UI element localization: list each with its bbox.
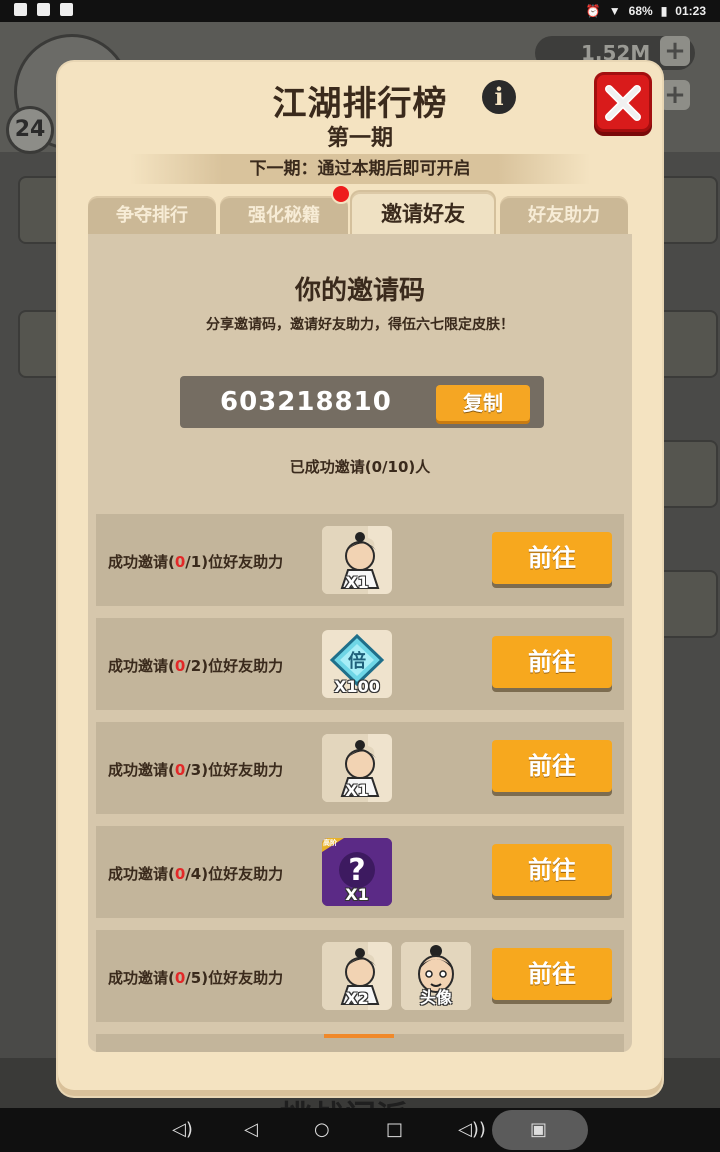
tab-enhance-manual[interactable]: 强化秘籍 [220,196,348,234]
alarm-icon: ⏰ [585,4,601,18]
reward-quantity: 头像 [419,988,452,1007]
volume-down-icon[interactable]: ◁) [172,1120,193,1140]
reward-tier-badge: 高阶 [323,839,337,847]
reward-quantity: X1 [345,781,369,800]
reward-quantity: X1 [345,885,369,904]
info-icon[interactable]: i [482,80,516,114]
reward-quantity: X2 [345,989,369,1008]
reward-item[interactable]: X1 [322,734,392,802]
background-add-icon: + [660,80,690,110]
reward-row: 成功邀请(0/1)位好友助力 X1 前往 [96,514,624,606]
invite-panel: 你的邀请码 分享邀请码，邀请好友助力，得伍六七限定皮肤！ 603218810 复… [88,234,632,1052]
dialog-subtitle: 第一期 [326,126,393,151]
reward-condition: 成功邀请(0/1)位好友助力 [108,553,284,571]
tab-ranking[interactable]: 争夺排行 [88,196,216,234]
clock: 01:23 [675,4,706,18]
copy-button[interactable]: 复制 [436,385,530,421]
svg-text:?: ? [348,853,365,888]
invited-count: 已成功邀请(0/10)人 [289,458,431,476]
reward-row: 成功邀请(0/2)位好友助力 倍 X100 前往 [96,618,624,710]
reward-item[interactable]: 倍 X100 [322,630,392,698]
reward-condition: 成功邀请(0/2)位好友助力 [108,657,284,675]
go-button[interactable]: 前往 [492,844,612,896]
svg-text:倍: 倍 [348,650,366,672]
invite-code-heading: 你的邀请码 [294,276,425,306]
next-period-notice: 下一期：通过本期后即可开启 [130,154,590,184]
system-nav-bar: ◁) ◁ ○ □ ◁)) ▣ [0,1108,720,1152]
reward-row: 成功邀请(0/3)位好友助力 X1 前往 [96,722,624,814]
invite-code-description: 分享邀请码，邀请好友助力，得伍六七限定皮肤！ [206,317,514,333]
close-icon [605,85,641,121]
notification-icon [14,3,27,16]
invite-code-section: 你的邀请码 分享邀请码，邀请好友助力，得伍六七限定皮肤！ 603218810 复… [88,234,632,504]
notification-icon [37,3,50,16]
reward-row: 成功邀请(0/5)位好友助力 X2 头像 前往 [96,930,624,1022]
battery-level: 68% [628,4,653,18]
dialog-title: 江湖排行榜 [272,84,448,124]
wifi-icon: ▼ [608,4,621,18]
reward-condition: 成功邀请(0/5)位好友助力 [108,969,284,987]
close-button[interactable] [594,72,652,132]
battery-icon: ▮ [660,4,668,18]
reward-item-partial [324,1034,394,1038]
image-icon [60,3,73,16]
reward-item[interactable]: ? 高阶 X1 [322,838,392,906]
leaderboard-dialog: 江湖排行榜 i 第一期 下一期：通过本期后即可开启 争夺排行 强化秘籍 邀请好友… [58,62,662,1096]
go-button[interactable]: 前往 [492,740,612,792]
status-bar: ⏰ ▼ 68% ▮ 01:23 [0,0,720,22]
background-add-gold-icon: + [660,36,690,66]
background-level-badge: 24 [6,106,54,154]
go-button[interactable]: 前往 [492,636,612,688]
reward-item[interactable]: X1 [322,526,392,594]
reward-condition: 成功邀请(0/4)位好友助力 [108,865,284,883]
reward-quantity: X1 [345,573,369,592]
home-icon[interactable]: ○ [314,1120,330,1140]
new-badge-icon [331,184,351,204]
tab-friend-assist[interactable]: 好友助力 [500,196,628,234]
back-icon[interactable]: ◁ [244,1120,258,1140]
recents-icon[interactable]: □ [386,1120,403,1140]
reward-quantity: X100 [334,677,380,696]
invite-code-box: 603218810 复制 [180,376,544,428]
invite-code-value: 603218810 [220,387,392,417]
screenshot-icon[interactable]: ▣ [530,1120,547,1140]
reward-item[interactable]: X2 [322,942,392,1010]
reward-item[interactable]: 头像 [401,942,471,1010]
go-button[interactable]: 前往 [492,948,612,1000]
go-button[interactable]: 前往 [492,532,612,584]
tab-bar: 争夺排行 强化秘籍 邀请好友 好友助力 [88,184,632,234]
reward-row-partial [96,1034,624,1052]
tab-invite-friends[interactable]: 邀请好友 [350,190,496,234]
reward-condition: 成功邀请(0/3)位好友助力 [108,761,284,779]
volume-up-icon[interactable]: ◁)) [458,1120,486,1140]
reward-row: 成功邀请(0/4)位好友助力 ? 高阶 X1 前往 [96,826,624,918]
